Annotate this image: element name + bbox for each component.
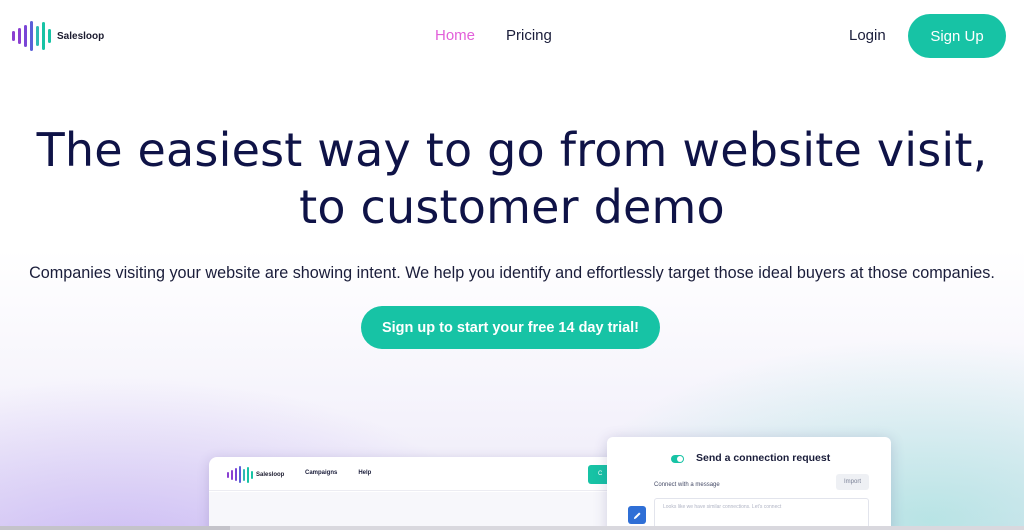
top-navbar: Salesloop Home Pricing Login Sign Up (0, 0, 1024, 74)
main-nav: Home Pricing (435, 27, 552, 44)
hero-subtitle: Companies visiting your website are show… (29, 264, 995, 282)
app-preview-nav: Campaigns Help (305, 470, 371, 476)
brand-logo[interactable]: Salesloop (12, 20, 104, 52)
brand-name: Salesloop (57, 30, 105, 42)
hero-headline-line-1: The easiest way to go from website visit… (36, 123, 988, 177)
nav-link-home[interactable]: Home (435, 27, 475, 44)
scrollbar-thumb[interactable] (0, 526, 230, 530)
hero-headline-line-2: to customer demo (299, 180, 725, 234)
app-preview-brand-name: Salesloop (256, 471, 285, 478)
app-preview-navbar: Salesloop Campaigns Help C (209, 457, 629, 491)
horizontal-scrollbar[interactable] (0, 526, 1024, 530)
import-button: Import (836, 474, 869, 490)
waveform-logo-icon (227, 466, 253, 483)
connect-message-label: Connect with a message (654, 482, 720, 488)
app-preview-content (209, 492, 629, 530)
free-trial-cta-button[interactable]: Sign up to start your free 14 day trial! (361, 306, 660, 349)
connection-message-placeholder: Looks like we have similar connections. … (663, 504, 782, 510)
hero-headline: The easiest way to go from website visit… (0, 122, 1024, 236)
login-link[interactable]: Login (849, 27, 886, 44)
app-preview-nav-campaigns: Campaigns (305, 470, 338, 476)
connection-card-title: Send a connection request (696, 452, 831, 464)
connection-request-card: Send a connection request Connect with a… (607, 437, 891, 530)
app-preview-logo: Salesloop (227, 466, 284, 483)
pencil-icon (628, 506, 646, 524)
nav-link-pricing[interactable]: Pricing (506, 27, 552, 44)
waveform-logo-icon (12, 20, 51, 52)
toggle-icon (671, 455, 684, 463)
app-preview-nav-help: Help (358, 470, 372, 476)
app-preview-screenshot: Salesloop Campaigns Help C (209, 457, 629, 530)
signup-button[interactable]: Sign Up (908, 14, 1006, 58)
